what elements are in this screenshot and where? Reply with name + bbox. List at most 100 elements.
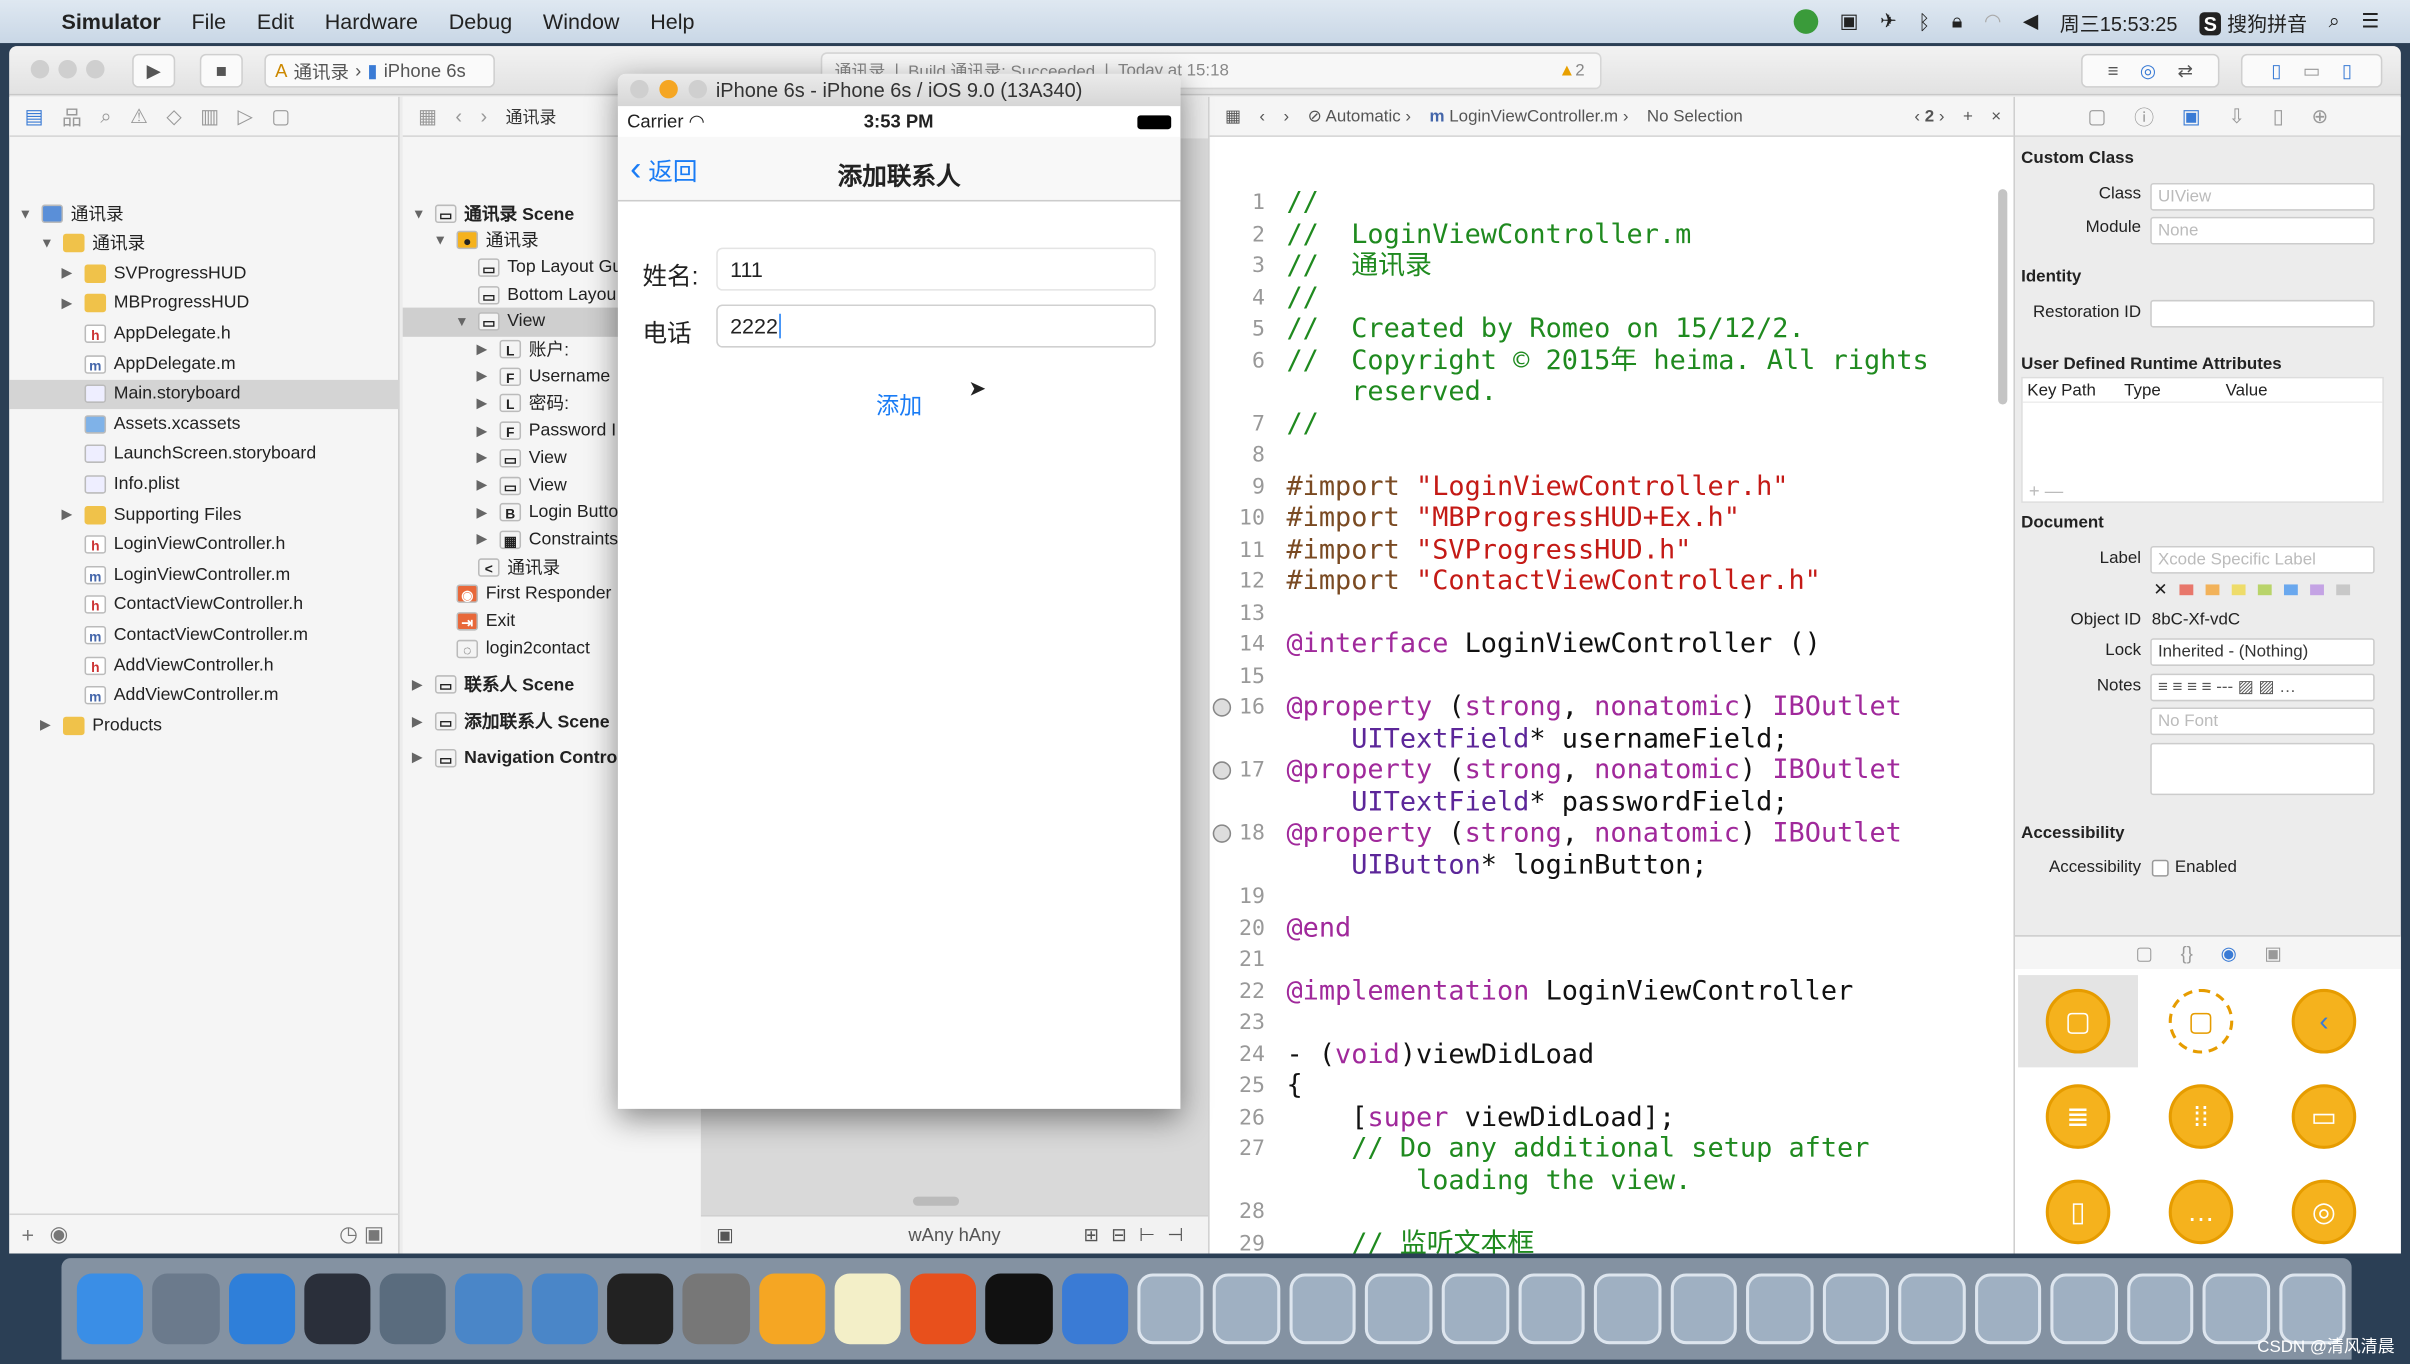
add-attribute-button[interactable]: + —	[2029, 480, 2063, 502]
dock-window-10-icon[interactable]	[1822, 1273, 1890, 1345]
outline-item[interactable]: ▶ ▭ Navigation Controlle	[412, 743, 637, 772]
code-line[interactable]: 22 @implementation LoginViewController	[1210, 976, 2015, 1008]
close-button[interactable]	[30, 59, 50, 79]
menu-edit[interactable]: Edit	[257, 9, 294, 34]
canvas-scrollbar[interactable]	[912, 1196, 960, 1206]
media-library-icon[interactable]: ▣	[2264, 942, 2281, 964]
connections-inspector-icon[interactable]: ⊕	[2311, 104, 2328, 129]
code-snippet-library-icon[interactable]: {}	[2181, 942, 2193, 964]
code-line[interactable]: 3 // 通讯录	[1210, 251, 2015, 283]
notification-center-icon[interactable]: ☰	[2361, 9, 2379, 34]
code-line[interactable]: 5 // Created by Romeo on 15/12/2.	[1210, 314, 2015, 346]
library-collection-view-controller[interactable]: ⁞⁞	[2141, 1070, 2261, 1162]
outline-item[interactable]: ▭ Top Layout Gu	[455, 253, 622, 282]
label-color-swatch[interactable]	[2336, 584, 2351, 596]
line-number[interactable]: 15	[1210, 661, 1265, 693]
code-line[interactable]: 26 [super viewDidLoad];	[1210, 1102, 2015, 1134]
debug-area-toggle-icon[interactable]: ▭	[2303, 60, 2320, 82]
line-number[interactable]: 29	[1210, 1228, 1265, 1253]
disclosure-closed-icon[interactable]: ▶	[476, 395, 491, 412]
code-line[interactable]: 11 #import "SVProgressHUD.h"	[1210, 534, 2015, 566]
line-number[interactable]: 19	[1210, 881, 1265, 913]
disclosure-open-icon[interactable]: ▼	[455, 314, 470, 329]
back-icon[interactable]: ‹	[455, 105, 462, 128]
disclosure-closed-icon[interactable]: ▶	[40, 717, 55, 734]
spotlight-icon[interactable]: ⌕	[2329, 9, 2340, 34]
line-number[interactable]: 26	[1210, 1102, 1265, 1134]
disclosure-closed-icon[interactable]: ▶	[476, 422, 491, 439]
code-line[interactable]: 14 @interface LoginViewController ()	[1210, 629, 2015, 661]
code-line[interactable]: reserved.	[1210, 377, 2015, 409]
symbol-navigator-icon[interactable]: 品	[62, 102, 82, 131]
line-number[interactable]: 3	[1210, 251, 1265, 283]
simulator-title-bar[interactable]: iPhone 6s - iPhone 6s / iOS 9.0 (13A340)	[617, 73, 1181, 107]
dock-window-6-icon[interactable]	[1517, 1273, 1585, 1345]
sim-close-button[interactable]	[630, 79, 649, 99]
jump-selection[interactable]: No Selection	[1647, 107, 1743, 125]
related-items-icon[interactable]: ▦	[418, 104, 437, 129]
dock-window-3-icon[interactable]	[1289, 1273, 1357, 1345]
related-items-icon[interactable]: ▦	[1225, 106, 1241, 126]
clear-color-icon[interactable]: ✕	[2153, 580, 2167, 599]
menu-simulator[interactable]: Simulator	[61, 9, 160, 34]
object-library-icon[interactable]: ◉	[2221, 942, 2237, 964]
code-line[interactable]: 29 // 监听文本框	[1210, 1228, 2015, 1253]
minimize-button[interactable]	[58, 59, 77, 79]
notes-font-field[interactable]: No Font	[2150, 707, 2375, 736]
line-number[interactable]: 23	[1210, 1007, 1265, 1039]
file-tree-item[interactable]: h LoginViewController.h	[61, 530, 285, 559]
screen-record-icon[interactable]: ▣	[1840, 9, 1859, 34]
dock-sketch-icon[interactable]	[758, 1273, 826, 1345]
clock[interactable]: 周三15:53:25	[2060, 7, 2178, 36]
library-glkit-view-controller[interactable]: ◎	[2264, 1166, 2384, 1254]
filter-icon[interactable]: ◉	[49, 1221, 68, 1247]
outline-item[interactable]: ▶ B Login Butto	[476, 498, 618, 527]
scheme-selector[interactable]: A 通讯录 › ▮ iPhone 6s	[264, 53, 495, 88]
disclosure-closed-icon[interactable]: ▶	[476, 368, 491, 385]
line-number[interactable]: 12	[1210, 566, 1265, 598]
menu-window[interactable]: Window	[543, 9, 620, 34]
breakpoint-navigator-icon[interactable]: ▷	[238, 104, 253, 129]
outline-item[interactable]: < 通讯录	[455, 552, 560, 581]
back-icon[interactable]: ‹	[1259, 107, 1265, 125]
library-tab-bar-controller[interactable]: ▭	[2264, 1070, 2384, 1162]
disclosure-open-icon[interactable]: ▼	[18, 205, 33, 220]
line-number[interactable]: 5	[1210, 314, 1265, 346]
file-tree-item[interactable]: ▶ Supporting Files	[61, 500, 241, 529]
disclosure-closed-icon[interactable]: ▶	[476, 477, 491, 494]
file-tree-item[interactable]: Info.plist	[61, 470, 180, 499]
dock-launchpad-icon[interactable]	[152, 1273, 220, 1345]
find-navigator-icon[interactable]: ⌕	[100, 104, 111, 129]
sim-minimize-button[interactable]	[659, 79, 678, 99]
dock-finder-icon[interactable]	[76, 1273, 144, 1345]
code-lines[interactable]: 1 // 2 // LoginViewController.m 3 // 通讯录 4 // 5 /…	[1210, 188, 2015, 1253]
outline-item[interactable]: ▶ ▭ View	[476, 443, 567, 472]
bluetooth-icon[interactable]: ᛒ	[1918, 10, 1930, 33]
code-line[interactable]: 19	[1210, 881, 2015, 913]
file-tree-item[interactable]: ▶ SVProgressHUD	[61, 259, 246, 288]
attributes-inspector-icon[interactable]: ⇩	[2228, 104, 2245, 129]
dock-window-7-icon[interactable]	[1593, 1273, 1661, 1345]
line-number[interactable]: 11	[1210, 534, 1265, 566]
add-editor-icon[interactable]: +	[1963, 107, 1973, 125]
outline-toggle-icon[interactable]: ▣	[716, 1224, 733, 1246]
phone-field[interactable]: 2222	[716, 304, 1156, 348]
label-color-swatch[interactable]	[2310, 584, 2325, 596]
outline-item[interactable]: ▶ L 密码:	[476, 389, 569, 418]
runtime-attributes-table[interactable]: Key Path Type Value + —	[2021, 376, 2384, 503]
outline-item[interactable]: ▶ ▭ 联系人 Scene	[412, 670, 574, 699]
file-tree-item[interactable]: m AddViewController.m	[61, 681, 278, 710]
outlet-connection-icon[interactable]	[1212, 761, 1232, 780]
issue-navigator-icon[interactable]: ⚠	[130, 104, 148, 129]
file-tree-item[interactable]: ▼ 通讯录	[40, 229, 145, 258]
code-line[interactable]: 25 {	[1210, 1070, 2015, 1102]
outlet-connection-icon[interactable]	[1212, 824, 1232, 843]
close-editor-icon[interactable]: ×	[1991, 107, 2001, 125]
dock-keynote-icon[interactable]	[910, 1273, 977, 1345]
label-color-swatch[interactable]	[2179, 584, 2194, 596]
outline-item[interactable]: ▶ F Username	[476, 362, 610, 391]
jump-bar-file[interactable]: 通讯录	[506, 104, 557, 129]
disclosure-closed-icon[interactable]: ▶	[476, 504, 491, 521]
code-line[interactable]: 9 #import "LoginViewController.h"	[1210, 471, 2015, 503]
code-line[interactable]: 8	[1210, 440, 2015, 472]
